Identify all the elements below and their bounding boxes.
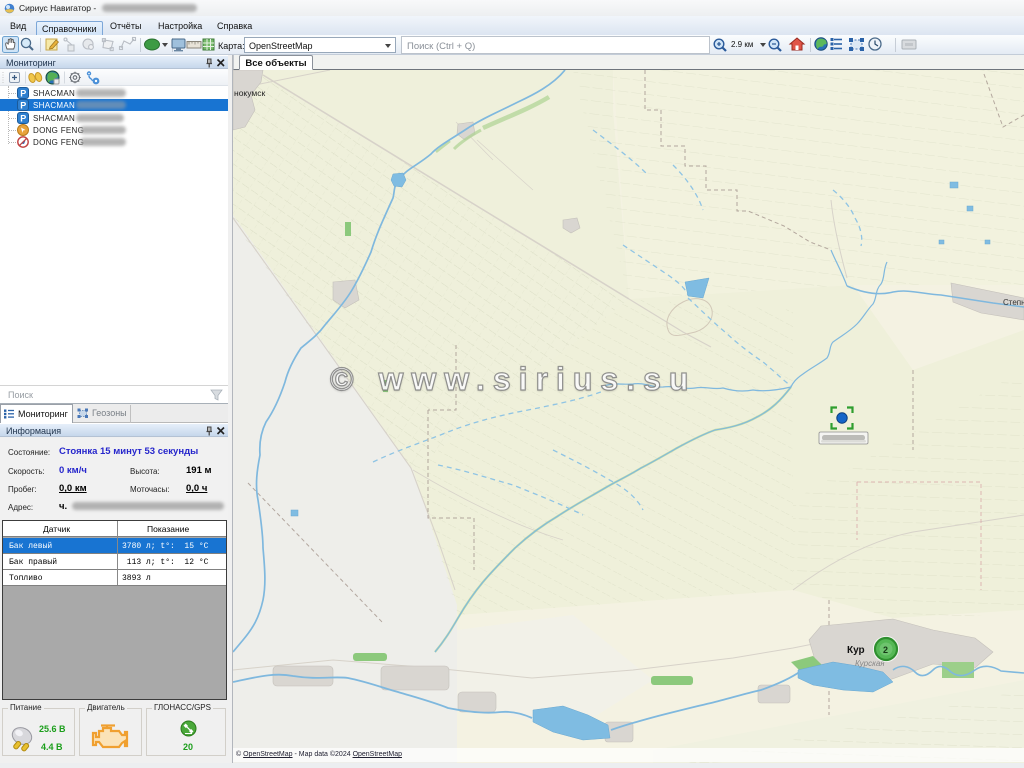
svg-text:Кур: Кур [847,645,865,656]
svg-text:P: P [20,101,26,111]
svg-text:2.9 км: 2.9 км [731,40,753,49]
svg-text:P: P [20,114,26,124]
svg-text:Степн: Степн [1003,298,1024,307]
svg-text:P: P [20,89,26,99]
svg-text:2: 2 [883,645,888,655]
svg-text:нокумск: нокумск [234,88,265,98]
